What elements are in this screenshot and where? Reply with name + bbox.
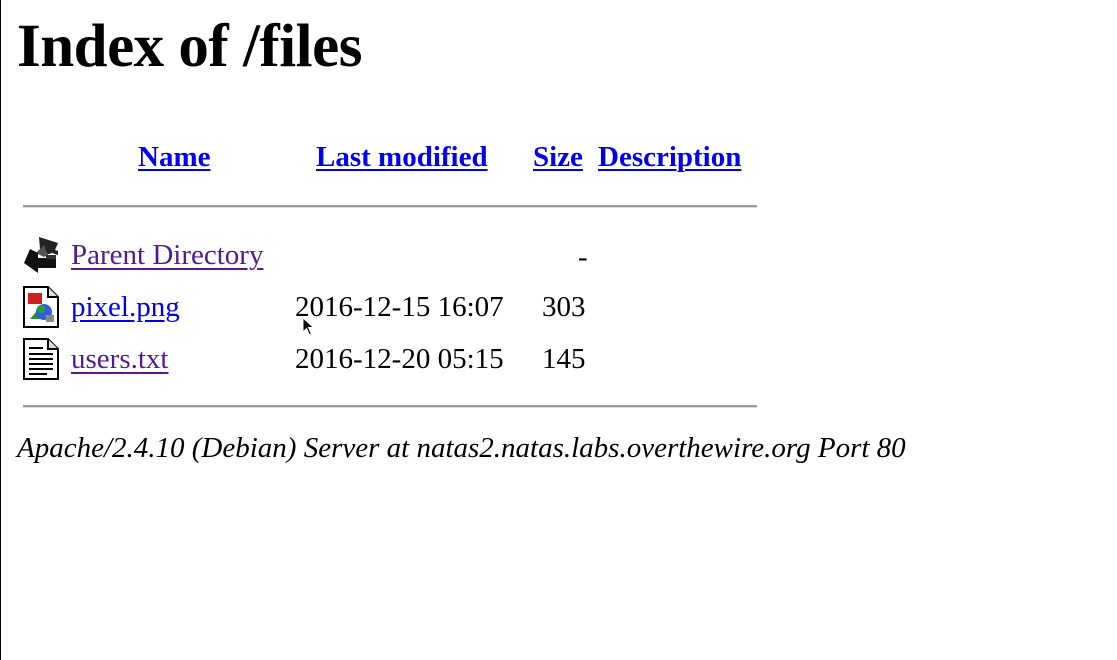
- pixel-png-link[interactable]: pixel.png: [71, 293, 180, 322]
- server-signature: Apache/2.4.10 (Debian) Server at natas2.…: [17, 432, 906, 464]
- image-file-icon: [22, 285, 62, 329]
- users-txt-link[interactable]: users.txt: [71, 345, 168, 374]
- last-modified-cell: 2016-12-20 05:15: [295, 343, 504, 375]
- sort-by-description-link[interactable]: Description: [598, 143, 741, 172]
- footer-divider: [23, 405, 757, 408]
- sort-by-last-modified-link[interactable]: Last modified: [316, 143, 488, 172]
- last-modified-cell: 2016-12-15 16:07: [295, 291, 504, 323]
- header-divider: [23, 205, 757, 208]
- size-cell: 145: [542, 343, 586, 375]
- parent-directory-link[interactable]: Parent Directory: [71, 241, 263, 270]
- back-arrow-icon: [22, 235, 62, 279]
- page-title: Index of /files: [17, 13, 362, 80]
- sort-by-size-link[interactable]: Size: [533, 143, 583, 172]
- size-cell: -: [578, 241, 588, 273]
- size-cell: 303: [542, 291, 586, 323]
- sort-by-name-link[interactable]: Name: [138, 143, 210, 172]
- text-file-icon: [22, 337, 62, 381]
- mouse-pointer-icon: [302, 316, 316, 337]
- window-edge: [0, 0, 1, 660]
